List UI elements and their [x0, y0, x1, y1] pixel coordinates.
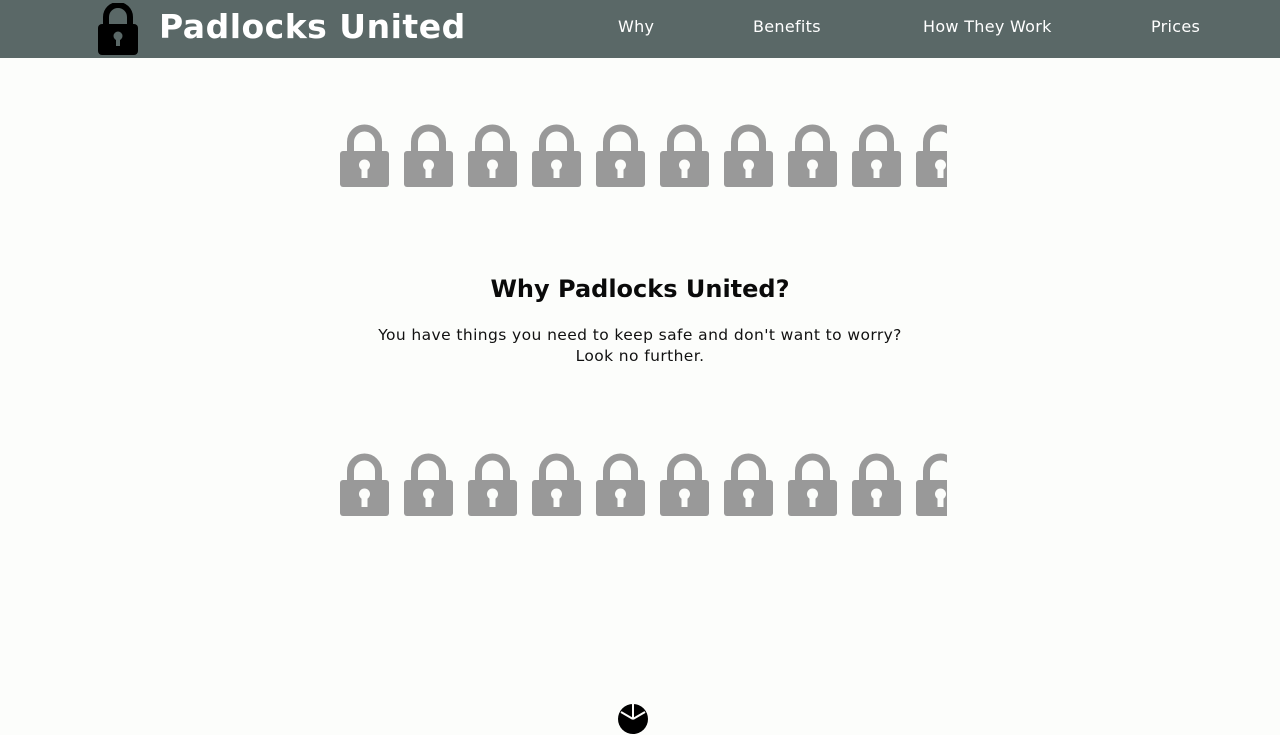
padlock-icon — [788, 453, 837, 516]
padlock-icon — [724, 124, 773, 187]
padlock-icon — [660, 453, 709, 516]
padlock-icon — [596, 124, 645, 187]
nav-prices[interactable]: Prices — [1151, 17, 1200, 37]
padlock-icon — [404, 453, 453, 516]
why-line-1: You have things you need to keep safe an… — [378, 326, 902, 344]
padlock-icon — [340, 124, 389, 187]
padlock-icon — [916, 124, 947, 187]
padlock-icon — [532, 124, 581, 187]
padlock-icon — [596, 453, 645, 516]
circle-icon — [618, 704, 648, 734]
padlock-icon — [852, 124, 901, 187]
padlock-icon — [340, 453, 389, 516]
why-line-2: Look no further. — [575, 347, 705, 365]
padlock-icon — [468, 124, 517, 187]
padlock-icon — [660, 124, 709, 187]
site-header: Padlocks United Why Benefits How They Wo… — [0, 0, 1280, 58]
padlock-strip-top — [340, 123, 947, 187]
padlock-icon — [468, 453, 517, 516]
brand-title[interactable]: Padlocks United — [159, 6, 466, 48]
padlock-icon — [916, 453, 947, 516]
padlock-icon — [532, 453, 581, 516]
padlock-icon — [404, 124, 453, 187]
padlock-strip-bottom — [340, 452, 947, 516]
padlock-strip-icons — [340, 453, 947, 516]
padlock-icon — [724, 453, 773, 516]
padlock-icon — [788, 124, 837, 187]
nav-benefits[interactable]: Benefits — [753, 17, 821, 37]
padlock-icon — [852, 453, 901, 516]
nav-how-they-work[interactable]: How They Work — [923, 17, 1052, 37]
padlock-icon[interactable] — [97, 3, 139, 55]
why-description: You have things you need to keep safe an… — [0, 325, 1280, 367]
nav-why[interactable]: Why — [618, 17, 654, 37]
padlock-strip-icons — [340, 124, 947, 187]
why-heading: Why Padlocks United? — [490, 275, 790, 303]
